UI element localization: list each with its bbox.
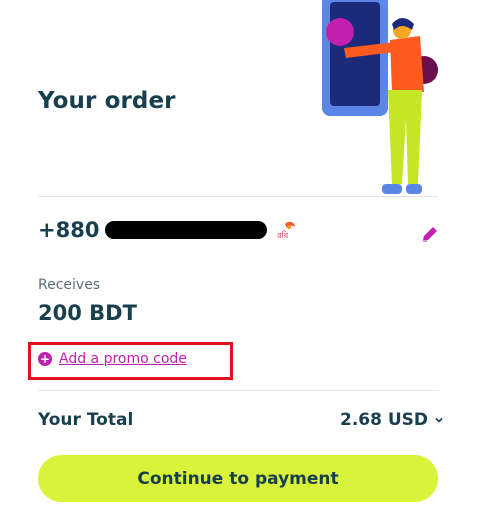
redacted-phone-number: [105, 221, 268, 239]
plus-circle-icon: +: [38, 352, 52, 366]
phone-prefix: +880: [38, 218, 100, 242]
order-illustration: [322, 0, 438, 194]
operator-logo-icon: রবি: [276, 221, 296, 240]
chevron-down-icon: [435, 417, 443, 423]
receives-label: Receives: [38, 277, 101, 293]
receives-amount: 200 BDT: [38, 301, 137, 325]
divider: [38, 196, 438, 197]
total-label: Your Total: [38, 410, 134, 430]
total-amount: 2.68 USD: [340, 410, 429, 430]
svg-text:রবি: রবি: [276, 231, 289, 240]
continue-to-payment-button[interactable]: Continue to payment: [38, 455, 438, 502]
promo-link-label: Add a promo code: [59, 351, 187, 367]
total-toggle[interactable]: 2.68 USD: [340, 410, 444, 430]
divider: [38, 390, 438, 391]
add-promo-code-link[interactable]: + Add a promo code: [38, 351, 187, 367]
pencil-icon[interactable]: [420, 224, 440, 244]
phone-number-row: +880 রবি: [38, 212, 299, 248]
page-title: Your order: [38, 88, 176, 114]
